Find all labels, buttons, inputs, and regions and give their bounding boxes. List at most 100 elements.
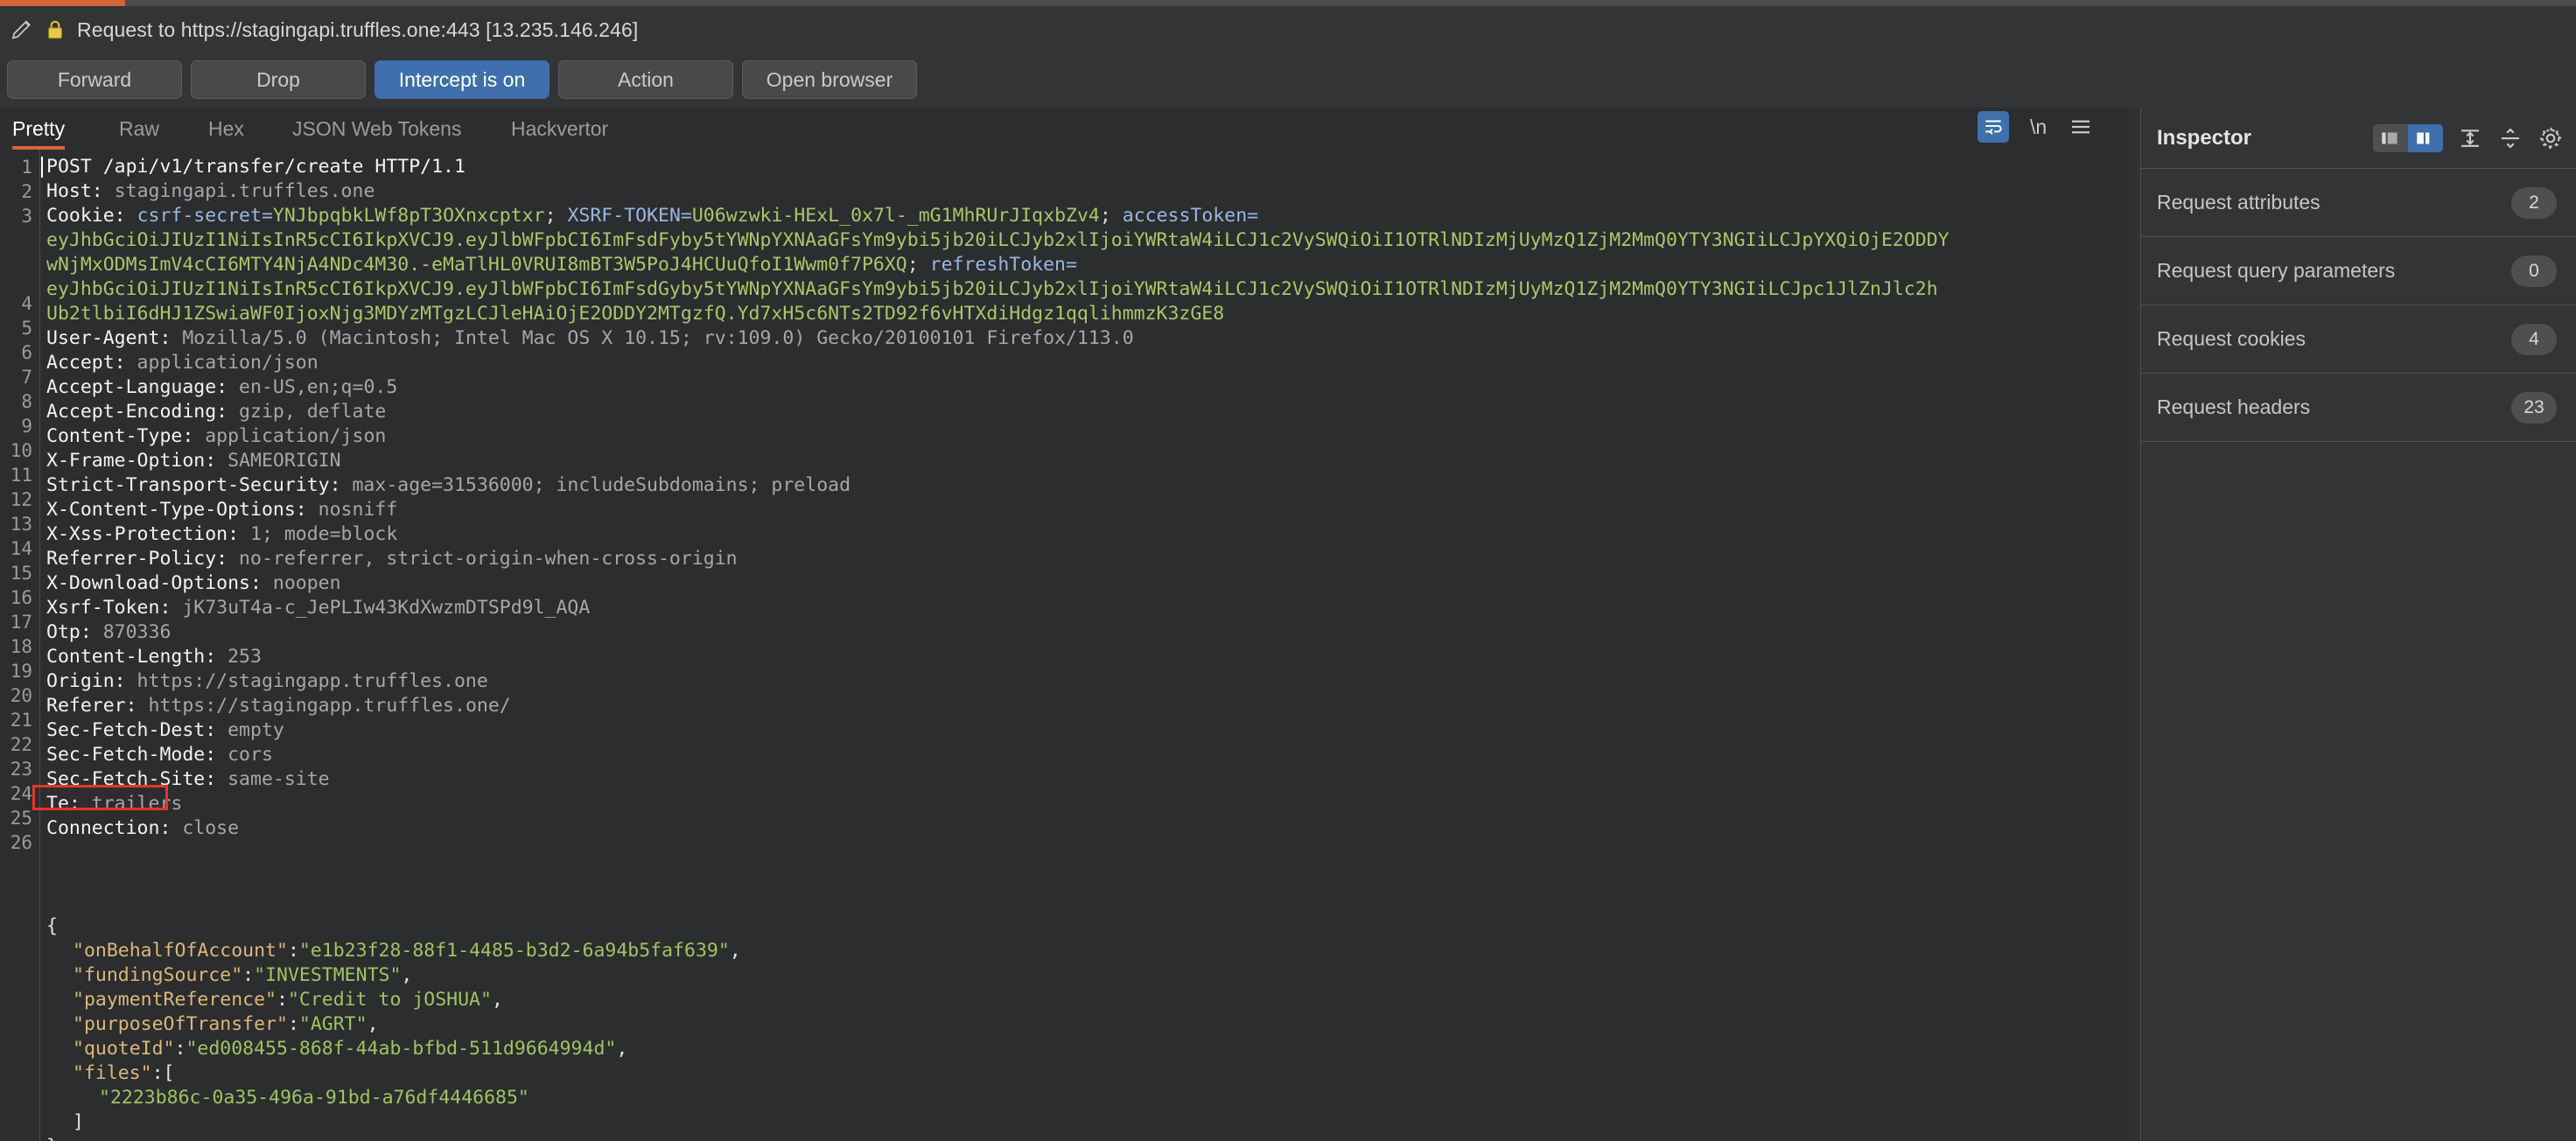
body-key: "paymentReference" — [73, 989, 276, 1011]
header-value: noopen — [261, 572, 341, 594]
inspector-row-count: 23 — [2511, 391, 2557, 424]
body-comma: , — [367, 1013, 379, 1035]
layout-left-icon[interactable] — [2373, 123, 2408, 152]
header-name: Connection: — [46, 817, 172, 839]
tab-hex[interactable]: Hex — [208, 108, 244, 150]
action-button[interactable]: Action — [558, 60, 733, 99]
word-wrap-icon[interactable] — [1978, 111, 2009, 143]
body-colon: : — [276, 989, 288, 1011]
line-number: 14 — [10, 538, 32, 559]
body-key: "files" — [73, 1062, 152, 1084]
code-line-header: Te: trailers — [46, 792, 182, 817]
layout-right-icon[interactable] — [2408, 123, 2443, 152]
header-name: Sec-Fetch-Dest: — [46, 719, 217, 741]
line-number: 6 — [21, 342, 32, 363]
inspector-panel: Inspector Request attributes 2 Request q… — [2140, 108, 2576, 1141]
line-number: 12 — [10, 489, 32, 510]
header-value: trailers — [80, 793, 183, 815]
inspector-row-count: 4 — [2511, 323, 2557, 355]
inspector-row-label: Request query parameters — [2157, 259, 2396, 282]
tab-pretty[interactable]: Pretty — [12, 108, 66, 150]
tab-json-web-tokens[interactable]: JSON Web Tokens — [292, 108, 461, 150]
header-name-otp: Referer: — [46, 695, 137, 717]
request-editor[interactable]: 1 2 3 4 5 6 7 8 9 10 11 12 13 14 15 16 1… — [0, 150, 2128, 1141]
header-value: stagingapi.truffles.one — [102, 180, 375, 202]
tab-hackvertor[interactable]: Hackvertor — [511, 108, 608, 150]
body-value: "Credit to jOSHUA" — [287, 989, 492, 1011]
code-line-header: X-Content-Type-Options: nosniff — [46, 498, 397, 523]
header-name: Accept-Encoding: — [46, 401, 228, 423]
line-number: 13 — [10, 514, 32, 535]
header-name: X-Download-Options: — [46, 572, 262, 594]
inspector-row-request-query-parameters[interactable]: Request query parameters 0 — [2141, 237, 2576, 305]
code-line-header: Xsrf-Token: jK73uT4a-c_JePLIw43KdXwzmDTS… — [46, 596, 590, 621]
request-title-bar: Request to https://stagingapi.truffles.o… — [0, 6, 2576, 53]
body-files-field: "files":[ — [73, 1061, 175, 1087]
code-line-header: Accept: application/json — [46, 351, 318, 376]
collapse-all-icon[interactable] — [2457, 125, 2483, 151]
header-value: cors — [216, 744, 273, 766]
drop-button[interactable]: Drop — [191, 60, 366, 99]
header-value: 870336 — [91, 621, 172, 643]
newline-toggle[interactable]: \n — [2030, 116, 2047, 139]
pencil-icon[interactable] — [9, 17, 35, 43]
code-line-header: Content-Type: application/json — [46, 424, 386, 450]
header-name: Host: — [46, 180, 103, 202]
line-number: 19 — [10, 661, 32, 682]
cookie-value-wrap: eyJhbGciOiJIUzI1NiIsInR5cCI6IkpXVCJ9.eyJ… — [46, 229, 1950, 251]
request-code[interactable]: POST /api/v1/transfer/create HTTP/1.1 Ho… — [41, 150, 2128, 1141]
cookie-value-wrap2: wNjMxODMsImV4cCI6MTY4NjA4NDc4M30.-eMaTlH… — [46, 253, 1077, 278]
body-open-brace: { — [46, 915, 58, 937]
header-value: empty — [216, 719, 284, 741]
cookie-key: XSRF-TOKEN= — [567, 205, 692, 227]
body-field: "purposeOfTransfer":"AGRT", — [73, 1012, 379, 1038]
body-value: "ed008455-868f-44ab-bfbd-511d9664994d" — [186, 1038, 617, 1060]
line-number: 21 — [10, 710, 32, 731]
body-comma: , — [729, 940, 741, 962]
inspector-row-request-cookies[interactable]: Request cookies 4 — [2141, 305, 2576, 374]
code-line-header: Otp: 870336 — [46, 620, 171, 646]
cookie-value: YNJbpqbkLWf8pT3OXnxcptxr — [272, 205, 545, 227]
code-line-header: Sec-Fetch-Dest: empty — [46, 718, 284, 744]
cookie-value-wrap3: eyJhbGciOiJIUzI1NiIsInR5cCI6IkpXVCJ9.eyJ… — [46, 278, 1938, 300]
line-number: 22 — [10, 734, 32, 755]
code-line-header: X-Xss-Protection: 1; mode=block — [46, 522, 397, 548]
gear-icon[interactable] — [2538, 125, 2564, 151]
line-number: 16 — [10, 587, 32, 608]
cookie-separator: ; — [1099, 205, 1123, 227]
header-name: Te: — [46, 793, 80, 815]
inspector-header: Inspector — [2141, 108, 2576, 169]
hamburger-menu-icon[interactable] — [2068, 114, 2094, 140]
body-colon: : — [174, 1038, 186, 1060]
body-value: "e1b23f28-88f1-4485-b3d2-6a94b5faf639" — [298, 940, 730, 962]
header-value: same-site — [216, 768, 330, 790]
expand-all-icon[interactable] — [2497, 125, 2524, 151]
header-name: X-Content-Type-Options: — [46, 499, 307, 521]
header-name: X-Xss-Protection: — [46, 523, 240, 545]
header-value: https://stagingapp.truffles.one — [125, 670, 488, 692]
progress-bar-fill — [0, 0, 125, 6]
header-name: Origin: — [46, 670, 126, 692]
cookie-key: csrf-secret= — [136, 205, 273, 227]
cookie-key: accessToken= — [1122, 205, 1259, 227]
body-comma: , — [491, 989, 503, 1011]
line-number: 2 — [21, 181, 32, 202]
inspector-row-label: Request headers — [2157, 396, 2311, 418]
tab-raw[interactable]: Raw — [119, 108, 159, 150]
cookie-value: wNjMxODMsImV4cCI6MTY4NjA4NDc4M30.-eMaTlH… — [46, 254, 907, 276]
open-browser-button[interactable]: Open browser — [742, 60, 917, 99]
inspector-row-request-headers[interactable]: Request headers 23 — [2141, 374, 2576, 442]
header-value: Mozilla/5.0 (Macintosh; Intel Mac OS X 1… — [171, 327, 1134, 349]
header-name: Cookie: — [46, 205, 137, 227]
header-value: jK73uT4a-c_JePLIw43KdXwzmDTSPd9l_AQA — [171, 597, 591, 619]
body-field: "fundingSource":"INVESTMENTS", — [73, 963, 412, 989]
intercept-toggle-button[interactable]: Intercept is on — [374, 60, 550, 99]
header-value: nosniff — [306, 499, 398, 521]
lock-icon — [47, 20, 63, 39]
line-number: 8 — [21, 391, 32, 412]
header-name: Xsrf-Token: — [46, 597, 172, 619]
forward-button[interactable]: Forward — [7, 60, 182, 99]
editor-tab-strip: Pretty Raw Hex JSON Web Tokens Hackverto… — [0, 108, 2128, 150]
inspector-row-label: Request cookies — [2157, 327, 2306, 350]
inspector-row-request-attributes[interactable]: Request attributes 2 — [2141, 169, 2576, 237]
